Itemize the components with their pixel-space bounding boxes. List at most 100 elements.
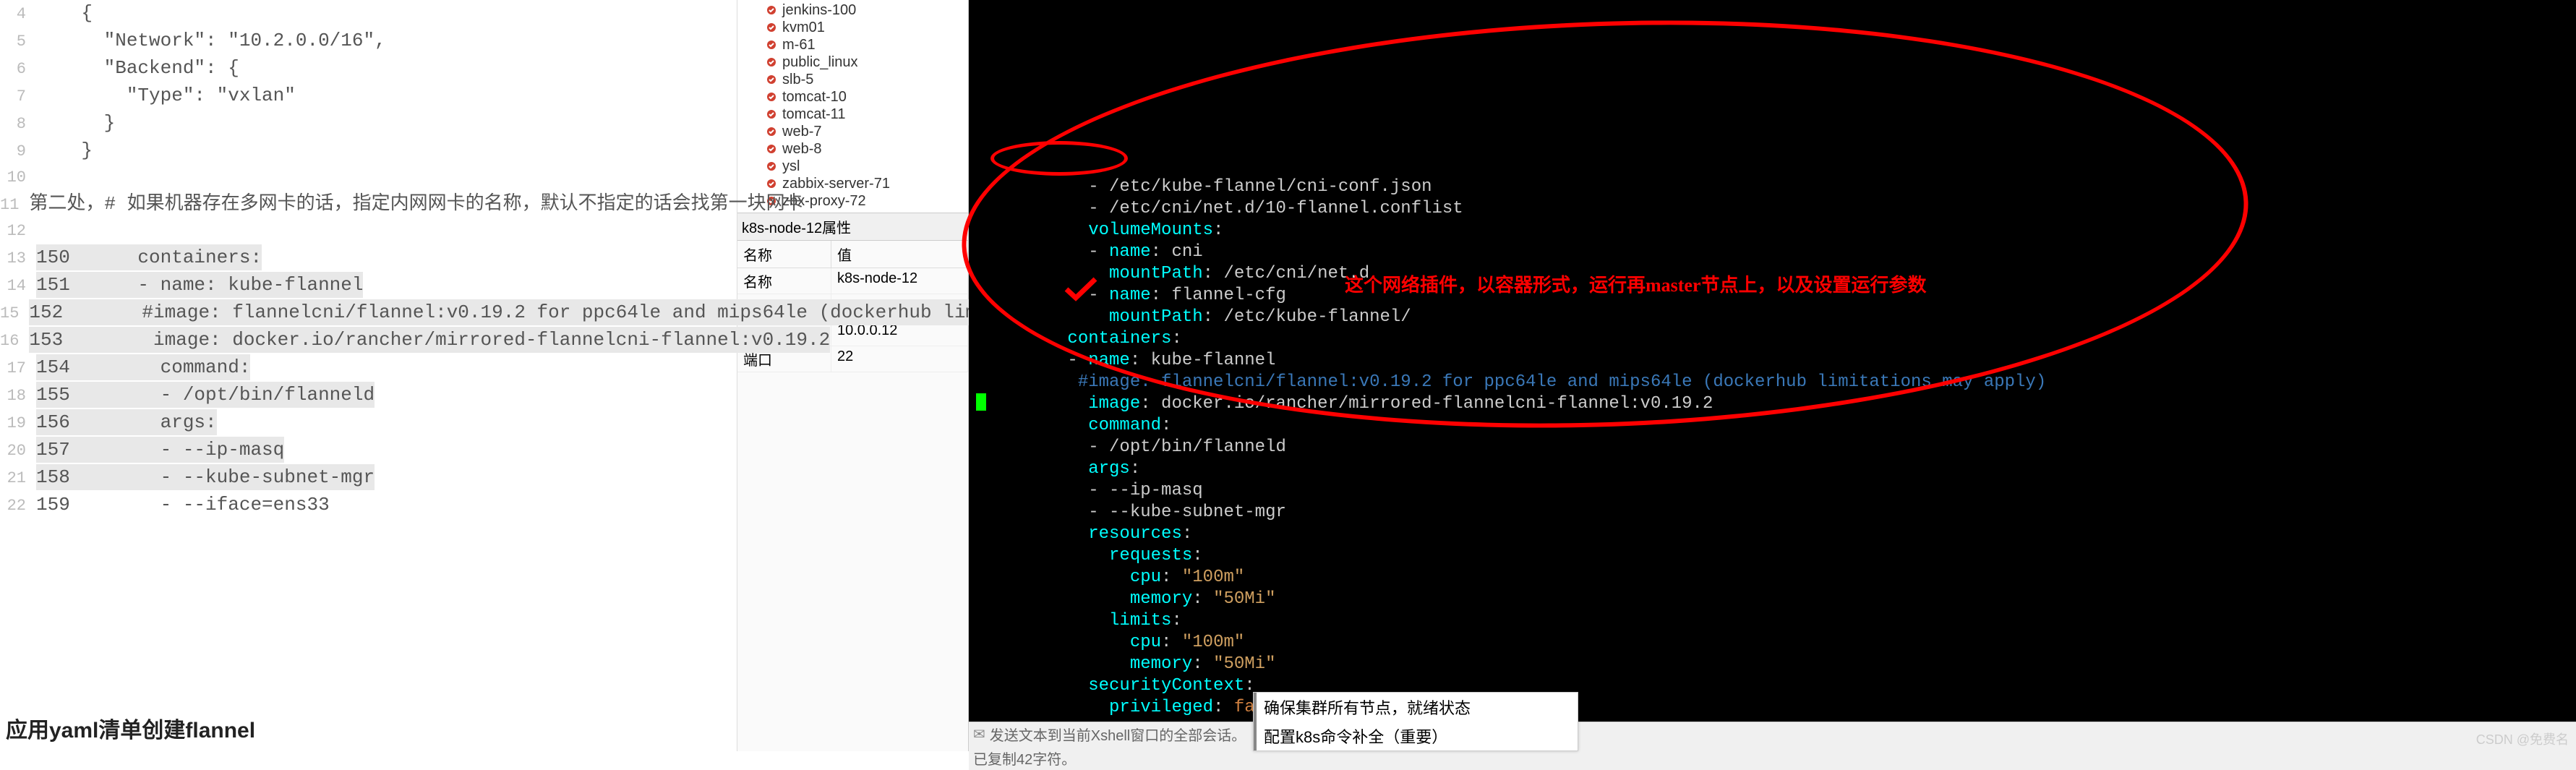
terminal-line: - name: cni (1005, 241, 2570, 263)
editor-line[interactable]: 5 "Network": "10.2.0.0/16", (0, 27, 737, 55)
editor-line[interactable]: 20157 - --ip-masq (0, 437, 737, 464)
tree-item[interactable]: slb-5 (743, 71, 968, 88)
editor-line[interactable]: 16153 image: docker.io/rancher/mirrored-… (0, 327, 737, 354)
terminal-line: cpu: "100m" (1005, 567, 2570, 589)
line-number: 15 (0, 301, 29, 327)
line-number: 17 (0, 356, 36, 382)
line-number: 6 (0, 56, 36, 82)
send-icon[interactable]: ✉ (973, 725, 985, 743)
terminal-panel: 这个网络插件，以容器形式，运行再master节点上，以及设置运行参数 - /et… (969, 0, 2576, 751)
editor-line[interactable]: 9 } (0, 137, 737, 165)
terminal-line: limits: (1005, 610, 2570, 632)
code-text: 156 args: (36, 409, 217, 435)
terminal-line: - name: kube-flannel (1005, 350, 2570, 372)
editor-line[interactable]: 19156 args: (0, 409, 737, 437)
session-icon (765, 177, 778, 190)
editor-panel: 4 {5 "Network": "10.2.0.0/16",6 "Backend… (0, 0, 737, 751)
code-text: "Network": "10.2.0.0/16", (36, 27, 386, 54)
tree-item[interactable]: public_linux (743, 54, 968, 71)
tree-item-label: public_linux (782, 54, 858, 71)
editor-line[interactable]: 12 (0, 218, 737, 244)
terminal-line: memory: "50Mi" (1005, 654, 2570, 675)
tree-item-label: jenkins-100 (782, 2, 856, 19)
tree-item-label: m-61 (782, 37, 816, 54)
tree-item[interactable]: web-8 (743, 140, 968, 158)
editor-line[interactable]: 13150 containers: (0, 244, 737, 272)
editor-line[interactable]: 15152 #image: flannelcni/flannel:v0.19.2… (0, 299, 737, 327)
snippet-line: 确保集群所有节点，就绪状态 (1254, 693, 1578, 722)
editor-line[interactable]: 14151 - name: kube-flannel (0, 272, 737, 299)
code-text: { (36, 0, 93, 26)
line-number: 18 (0, 383, 36, 409)
tree-item-label: web-8 (782, 141, 821, 158)
tree-item-label: zabbix-server-71 (782, 176, 890, 192)
terminal-line: volumeMounts: (1005, 220, 2570, 241)
code-text: 151 - name: kube-flannel (36, 272, 363, 298)
line-number: 21 (0, 466, 36, 492)
line-number: 16 (0, 328, 29, 354)
line-number: 10 (0, 165, 36, 191)
editor-line[interactable]: 7 "Type": "vxlan" (0, 82, 737, 110)
editor-line[interactable]: 4 { (0, 0, 737, 27)
editor-line[interactable]: 17154 command: (0, 354, 737, 382)
editor-line[interactable]: 18155 - /opt/bin/flanneld (0, 382, 737, 409)
terminal-line: #image: flannelcni/flannel:v0.19.2 for p… (1005, 372, 2570, 393)
editor-content[interactable]: 4 {5 "Network": "10.2.0.0/16",6 "Backend… (0, 0, 737, 698)
tree-item[interactable]: m-61 (743, 36, 968, 54)
tree-item-label: slb-5 (782, 72, 813, 88)
line-number: 8 (0, 111, 36, 137)
code-text: } (36, 137, 93, 163)
line-number: 20 (0, 438, 36, 464)
editor-line[interactable]: 22159 - --iface=ens33 (0, 492, 737, 519)
editor-line[interactable]: 10 (0, 165, 737, 191)
terminal-line: containers: (1005, 328, 2570, 350)
code-text: 154 command: (36, 354, 250, 380)
terminal-line: cpu: "100m" (1005, 632, 2570, 654)
annotation-ellipse-small (990, 141, 1128, 176)
terminal-line: - --kube-subnet-mgr (1005, 502, 2570, 523)
terminal-line: - /opt/bin/flanneld (1005, 437, 2570, 458)
tree-item-label: web-7 (782, 124, 821, 140)
props-value: 22 (831, 346, 968, 372)
tree-item[interactable]: kvm01 (743, 19, 968, 36)
snippet-line: 配置k8s命令补全（重要） (1254, 722, 1578, 750)
tree-item-label: tomcat-11 (782, 106, 845, 123)
editor-line[interactable]: 6 "Backend": { (0, 55, 737, 82)
code-text: 155 - /opt/bin/flanneld (36, 382, 375, 408)
session-icon (765, 21, 778, 34)
session-tree[interactable]: jenkins-100kvm01m-61public_linuxslb-5tom… (737, 0, 968, 213)
props-value: k8s-node-12 (831, 268, 968, 294)
send-text-label: 发送文本到当前Xshell窗口的全部会话。 (990, 724, 1246, 745)
code-text: "Type": "vxlan" (36, 82, 296, 108)
tree-item[interactable]: jenkins-100 (743, 1, 968, 19)
line-number: 22 (0, 493, 36, 519)
tree-item[interactable]: tomcat-11 (743, 106, 968, 123)
props-header-val: 值 (831, 241, 968, 268)
terminal-line: command: (1005, 415, 2570, 437)
session-icon (765, 90, 778, 103)
editor-line[interactable]: 11第二处，# 如果机器存在多网卡的话，指定内网网卡的名称，默认不指定的话会找第… (0, 191, 737, 218)
code-text: 158 - --kube-subnet-mgr (36, 464, 375, 490)
props-key: 名称 (737, 268, 831, 294)
editor-line[interactable]: 21158 - --kube-subnet-mgr (0, 464, 737, 492)
line-number: 5 (0, 29, 36, 55)
session-icon (765, 38, 778, 51)
section-heading: 应用yaml清单创建flannel (0, 698, 737, 751)
code-text: 152 #image: flannelcni/flannel:v0.19.2 f… (29, 299, 988, 325)
session-icon (765, 142, 778, 155)
tree-item[interactable]: web-7 (743, 123, 968, 140)
code-text: 153 image: docker.io/rancher/mirrored-fl… (29, 327, 830, 353)
line-number: 11 (0, 192, 29, 218)
tree-item[interactable]: zabbix-server-71 (743, 175, 968, 192)
tree-item[interactable]: ysl (743, 158, 968, 175)
terminal-line: requests: (1005, 545, 2570, 567)
editor-line[interactable]: 8 } (0, 110, 737, 137)
code-text: 第二处，# 如果机器存在多网卡的话，指定内网网卡的名称，默认不指定的话会找第一块… (29, 191, 803, 217)
session-icon (765, 73, 778, 86)
line-number: 12 (0, 218, 36, 244)
code-text: } (36, 110, 115, 136)
tree-item[interactable]: tomcat-10 (743, 88, 968, 106)
terminal-output[interactable]: 这个网络插件，以容器形式，运行再master节点上，以及设置运行参数 - /et… (969, 0, 2576, 722)
annotation-check-icon (1063, 275, 1099, 304)
terminal-line: privileged: false (1005, 697, 2570, 719)
